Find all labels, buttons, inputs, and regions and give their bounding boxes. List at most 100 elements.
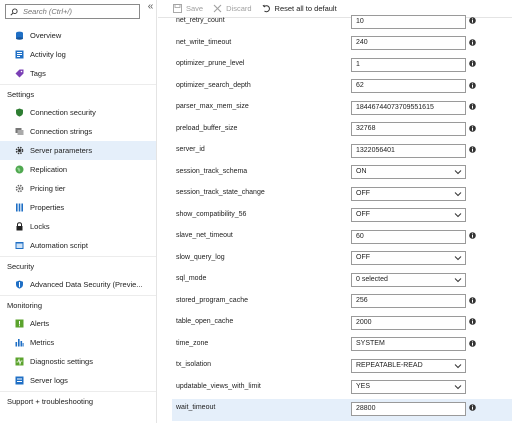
param-value-input[interactable]: 1 <box>351 57 466 72</box>
info-icon[interactable] <box>469 146 476 153</box>
param-value-input[interactable]: 62 <box>351 79 466 93</box>
nav-list: Overview Activity log Tags Settings Conn… <box>0 26 156 410</box>
info-icon[interactable] <box>469 124 476 132</box>
database-icon <box>15 31 24 40</box>
param-row-updatable-views-with-limit: updatable_views_with_limit YES <box>172 378 512 400</box>
info-icon[interactable] <box>469 103 476 110</box>
param-value-input[interactable]: 1322056401 <box>351 143 466 158</box>
param-value: OFF <box>356 189 370 197</box>
nav-item-pricing-tier[interactable]: Pricing tier <box>0 179 156 198</box>
chevron-down-icon <box>454 210 462 220</box>
info-icon[interactable] <box>469 296 476 304</box>
chevron-down-icon <box>454 167 462 177</box>
param-value: ON <box>356 168 367 175</box>
param-value-dropdown[interactable]: ON <box>351 165 466 179</box>
param-name: session_track_state_change <box>176 189 265 196</box>
param-name: wait_timeout <box>176 404 216 411</box>
param-value-input[interactable]: 240 <box>351 36 466 50</box>
nav-item-label: Properties <box>30 203 65 212</box>
param-value-input[interactable]: SYSTEM <box>351 337 466 351</box>
param-value-input[interactable]: 32768 <box>351 122 466 136</box>
param-value-dropdown[interactable]: OFF <box>351 251 466 265</box>
param-row-stored-program-cache: stored_program_cache 256 <box>172 292 512 314</box>
nav-item-label: Tags <box>30 69 46 78</box>
resource-menu: « Overview Activity log Tags Settings Co… <box>0 0 157 423</box>
info-icon[interactable] <box>469 17 476 24</box>
param-value: 1322056401 <box>356 146 395 154</box>
param-name: slow_query_log <box>176 253 225 261</box>
param-value: 60 <box>356 232 364 240</box>
collapse-menu-button[interactable]: « <box>146 2 155 14</box>
param-name: net_retry_count <box>176 17 225 24</box>
section-support: Support + troubleshooting <box>0 391 156 410</box>
section-settings: Settings <box>0 84 156 103</box>
param-value-input[interactable]: 256 <box>351 294 466 308</box>
info-icon[interactable] <box>469 232 476 239</box>
param-value-input[interactable]: 2000 <box>351 315 466 330</box>
param-name: optimizer_prune_level <box>176 60 245 67</box>
info-icon[interactable] <box>469 404 476 411</box>
param-value-dropdown[interactable]: OFF <box>351 208 466 222</box>
nav-item-activity-log[interactable]: Activity log <box>0 45 156 64</box>
security-shield-icon <box>15 280 24 289</box>
param-row-table-open-cache: table_open_cache 2000 <box>172 313 512 335</box>
nav-item-locks[interactable]: Locks <box>0 217 156 236</box>
info-icon[interactable] <box>469 60 476 67</box>
nav-item-label: Overview <box>30 31 62 40</box>
param-row-net-retry-count: net_retry_count 10 <box>172 12 512 34</box>
param-row-server-id: server_id 1322056401 <box>172 141 512 163</box>
param-value: 240 <box>356 39 368 46</box>
param-name: sql_mode <box>176 275 207 282</box>
param-name: tx_isolation <box>176 361 212 368</box>
param-value: 0 selected <box>356 275 388 283</box>
nav-item-server-logs[interactable]: Server logs <box>0 371 156 390</box>
param-row-time-zone: time_zone SYSTEM <box>172 335 512 357</box>
tag-icon <box>15 69 24 78</box>
param-name: session_track_schema <box>176 167 248 175</box>
param-row-preload-buffer-size: preload_buffer_size 32768 <box>172 120 512 142</box>
nav-item-overview[interactable]: Overview <box>0 26 156 45</box>
chevron-down-icon <box>454 253 462 263</box>
param-value: 10 <box>356 17 364 25</box>
nav-item-automation-script[interactable]: Automation script <box>0 236 156 255</box>
nav-item-advanced-data-security[interactable]: Advanced Data Security (Previe... <box>0 275 156 294</box>
nav-item-diagnostic-settings[interactable]: Diagnostic settings <box>0 352 156 371</box>
param-row-net-write-timeout: net_write_timeout 240 <box>172 34 512 56</box>
param-row-show-compatibility-56: show_compatibility_56 OFF <box>172 206 512 228</box>
search-box[interactable] <box>5 4 140 19</box>
nav-item-connection-security[interactable]: Connection security <box>0 103 156 122</box>
nav-item-tags[interactable]: Tags <box>0 64 156 83</box>
nav-item-alerts[interactable]: Alerts <box>0 314 156 333</box>
param-row-sql-mode: sql_mode 0 selected <box>172 270 512 292</box>
diagnostic-icon <box>15 357 24 366</box>
info-icon[interactable] <box>469 318 476 325</box>
server-parameters-list: net_retry_count 10 net_write_timeout 240 opt… <box>172 12 512 421</box>
param-value-dropdown[interactable]: REPEATABLE-READ <box>351 358 466 373</box>
param-value-dropdown[interactable]: YES <box>351 380 466 394</box>
param-value: 2000 <box>356 318 372 326</box>
param-value-input[interactable]: 18446744073709551615 <box>351 100 466 115</box>
nav-item-properties[interactable]: Properties <box>0 198 156 217</box>
param-row-wait-timeout: wait_timeout 28800 <box>172 399 512 421</box>
nav-item-replication[interactable]: Replication <box>0 160 156 179</box>
param-value-input[interactable]: 28800 <box>351 401 466 416</box>
nav-item-connection-strings[interactable]: Connection strings <box>0 122 156 141</box>
info-icon[interactable] <box>469 339 476 347</box>
search-input[interactable] <box>23 7 133 16</box>
param-value: YES <box>356 383 371 390</box>
param-value-input[interactable]: 10 <box>351 14 466 29</box>
nav-item-metrics[interactable]: Metrics <box>0 333 156 352</box>
param-name: optimizer_search_depth <box>176 81 251 89</box>
param-value-dropdown[interactable]: OFF <box>351 186 466 201</box>
nav-item-label: Alerts <box>30 319 50 328</box>
param-value: 28800 <box>356 404 376 412</box>
info-icon[interactable] <box>469 38 476 46</box>
info-icon[interactable] <box>469 81 476 89</box>
param-value: 256 <box>356 297 368 304</box>
metrics-icon <box>15 338 24 347</box>
nav-item-server-parameters[interactable]: Server parameters <box>0 141 156 160</box>
nav-item-label: Connection strings <box>30 127 93 136</box>
nav-item-label: Pricing tier <box>30 184 66 193</box>
param-value-input[interactable]: 60 <box>351 229 466 244</box>
param-value-dropdown[interactable]: 0 selected <box>351 272 466 287</box>
